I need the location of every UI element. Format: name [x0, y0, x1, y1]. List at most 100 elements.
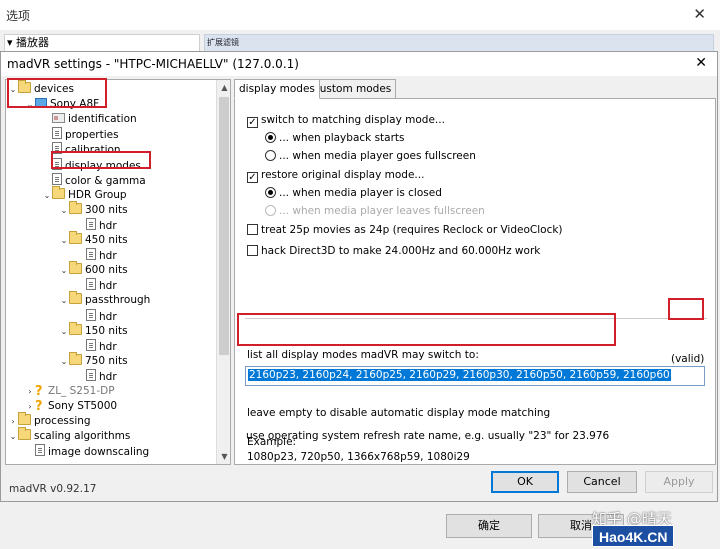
- collapse-chevron-icon[interactable]: ›: [25, 384, 35, 399]
- tree-item-label: 150 nits: [85, 324, 128, 337]
- collapse-chevron-icon[interactable]: ›: [25, 399, 35, 414]
- restore-original-label: restore original display mode...: [261, 169, 425, 181]
- expand-chevron-icon[interactable]: ⌄: [59, 203, 69, 218]
- cancel-button[interactable]: Cancel: [567, 471, 637, 493]
- tree-item[interactable]: calibration: [42, 142, 121, 157]
- divider: [245, 318, 707, 319]
- switch-matching-checkbox[interactable]: ✓: [247, 117, 258, 128]
- modes-valid-status: (valid): [671, 353, 705, 365]
- tree-item[interactable]: ›? ZL_ S251-DP: [25, 384, 114, 399]
- background-ok-button[interactable]: 确定: [446, 514, 532, 538]
- tree-item[interactable]: hdr: [76, 368, 117, 384]
- modes-hint: leave empty to disable automatic display…: [247, 407, 551, 419]
- tree-item[interactable]: ⌄ Sony A8F: [25, 97, 99, 112]
- background-player-combo[interactable]: ▾ 播放器: [4, 34, 200, 52]
- refresh-rate-hint: use operating system refresh rate name, …: [246, 430, 610, 442]
- tree-item-label: hdr: [99, 340, 117, 353]
- tree-item[interactable]: ⌄ passthrough: [59, 291, 150, 308]
- expand-chevron-icon[interactable]: ⌄: [59, 324, 69, 339]
- display-modes-input[interactable]: 2160p23, 2160p24, 2160p25, 2160p29, 2160…: [245, 366, 705, 386]
- tree-item[interactable]: hdr: [76, 248, 117, 263]
- hack-direct3d-checkbox[interactable]: [247, 245, 258, 256]
- tab-display-modes[interactable]: display modes: [234, 79, 320, 99]
- switch-matching-label: switch to matching display mode...: [261, 114, 445, 126]
- folder-icon: [18, 412, 31, 426]
- tree-item[interactable]: identification: [42, 112, 137, 127]
- tree-item[interactable]: ›? Sony ST5000: [25, 399, 117, 414]
- folder-icon: [69, 321, 82, 335]
- tree-item[interactable]: hdr: [76, 217, 117, 233]
- background-filter-strip: 扩展滤镜: [204, 34, 714, 52]
- tree-item-label: Sony ST5000: [48, 400, 118, 413]
- tree-item[interactable]: hdr: [76, 278, 117, 293]
- treat-25p-label: treat 25p movies as 24p (requires Recloc…: [261, 224, 563, 236]
- folder-icon: [18, 427, 31, 441]
- tree-item-label: hdr: [99, 250, 117, 263]
- on-player-closed-option[interactable]: ... when media player is closed: [265, 186, 442, 200]
- tree-item-label: scaling algorithms: [34, 430, 131, 443]
- switch-matching-option[interactable]: ✓ switch to matching display mode...: [247, 113, 445, 128]
- tree-item[interactable]: properties: [42, 127, 119, 142]
- question-icon: ?: [35, 384, 43, 399]
- expand-chevron-icon[interactable]: ⌄: [25, 97, 35, 112]
- scroll-down-icon[interactable]: ▼: [217, 449, 230, 464]
- expand-chevron-icon[interactable]: ⌄: [8, 429, 18, 444]
- folder-icon: [52, 185, 65, 199]
- document-icon: [35, 444, 45, 457]
- background-close-icon[interactable]: ✕: [693, 5, 706, 23]
- collapse-chevron-icon[interactable]: ›: [8, 414, 18, 429]
- tree-item[interactable]: ⌄ 150 nits: [59, 321, 128, 339]
- treat-25p-option[interactable]: treat 25p movies as 24p (requires Recloc…: [247, 223, 563, 237]
- on-leaves-fullscreen-option: ... when media player leaves fullscreen: [265, 204, 485, 218]
- tree-item-label: calibration: [65, 144, 121, 157]
- on-fullscreen-radio[interactable]: [265, 150, 276, 161]
- tree-item[interactable]: ⌄ devices: [8, 80, 74, 97]
- question-icon: ?: [35, 399, 43, 415]
- expand-chevron-icon[interactable]: ⌄: [59, 354, 69, 369]
- tree-item[interactable]: image downscaling: [25, 444, 149, 459]
- tree-item-label: processing: [34, 415, 91, 428]
- ok-button[interactable]: OK: [491, 471, 559, 493]
- restore-original-option[interactable]: ✓ restore original display mode...: [247, 168, 424, 183]
- on-playback-starts-radio[interactable]: [265, 132, 276, 143]
- tree-item[interactable]: display modes: [42, 157, 141, 173]
- document-icon: [52, 142, 62, 155]
- on-playback-starts-option[interactable]: ... when playback starts: [265, 131, 405, 145]
- version-label: madVR v0.92.17: [9, 483, 97, 495]
- scroll-up-icon[interactable]: ▲: [217, 80, 230, 95]
- expand-chevron-icon[interactable]: ⌄: [59, 233, 69, 248]
- tree-item-label: hdr: [99, 219, 117, 232]
- on-fullscreen-option[interactable]: ... when media player goes fullscreen: [265, 149, 476, 163]
- tree-item-label: hdr: [99, 280, 117, 293]
- document-icon: [86, 368, 96, 381]
- expand-chevron-icon[interactable]: ⌄: [59, 263, 69, 278]
- document-icon: [86, 217, 96, 230]
- hack-direct3d-option[interactable]: hack Direct3D to make 24.000Hz and 60.00…: [247, 244, 540, 258]
- scroll-thumb[interactable]: [219, 97, 229, 355]
- tree-item[interactable]: ⌄ 750 nits: [59, 351, 128, 369]
- treat-25p-checkbox[interactable]: [247, 224, 258, 235]
- tree-item[interactable]: hdr: [76, 308, 117, 324]
- tree-item[interactable]: ⌄ 300 nits: [59, 200, 128, 218]
- document-icon: [86, 248, 96, 261]
- restore-original-checkbox[interactable]: ✓: [247, 172, 258, 183]
- expand-chevron-icon[interactable]: ⌄: [59, 293, 69, 308]
- apply-button[interactable]: Apply: [645, 471, 713, 493]
- tree-item[interactable]: ⌄ 450 nits: [59, 231, 128, 248]
- dialog-close-icon[interactable]: ✕: [695, 55, 707, 71]
- on-fullscreen-label: ... when media player goes fullscreen: [279, 150, 476, 162]
- folder-icon: [69, 231, 82, 244]
- tree-item[interactable]: ⌄ 600 nits: [59, 261, 128, 278]
- tree-item[interactable]: hdr: [76, 338, 117, 354]
- tree-item[interactable]: ⌄ scaling algorithms: [8, 427, 131, 444]
- expand-chevron-icon[interactable]: ⌄: [42, 188, 52, 203]
- background-titlebar: 选项 ✕: [0, 0, 720, 30]
- expand-chevron-icon[interactable]: ⌄: [8, 82, 18, 97]
- watermark-logo: Hao4K.CN: [592, 525, 675, 547]
- on-player-closed-radio[interactable]: [265, 187, 276, 198]
- tree-item-label: hdr: [99, 370, 117, 383]
- tree-scrollbar[interactable]: ▲ ▼: [216, 80, 230, 464]
- madvr-settings-dialog: madVR settings - "HTPC-MICHAELLV" (127.0…: [0, 51, 718, 502]
- tree-item[interactable]: ⌄ HDR Group: [42, 185, 127, 203]
- tab-custom-modes[interactable]: custom modes: [309, 79, 397, 99]
